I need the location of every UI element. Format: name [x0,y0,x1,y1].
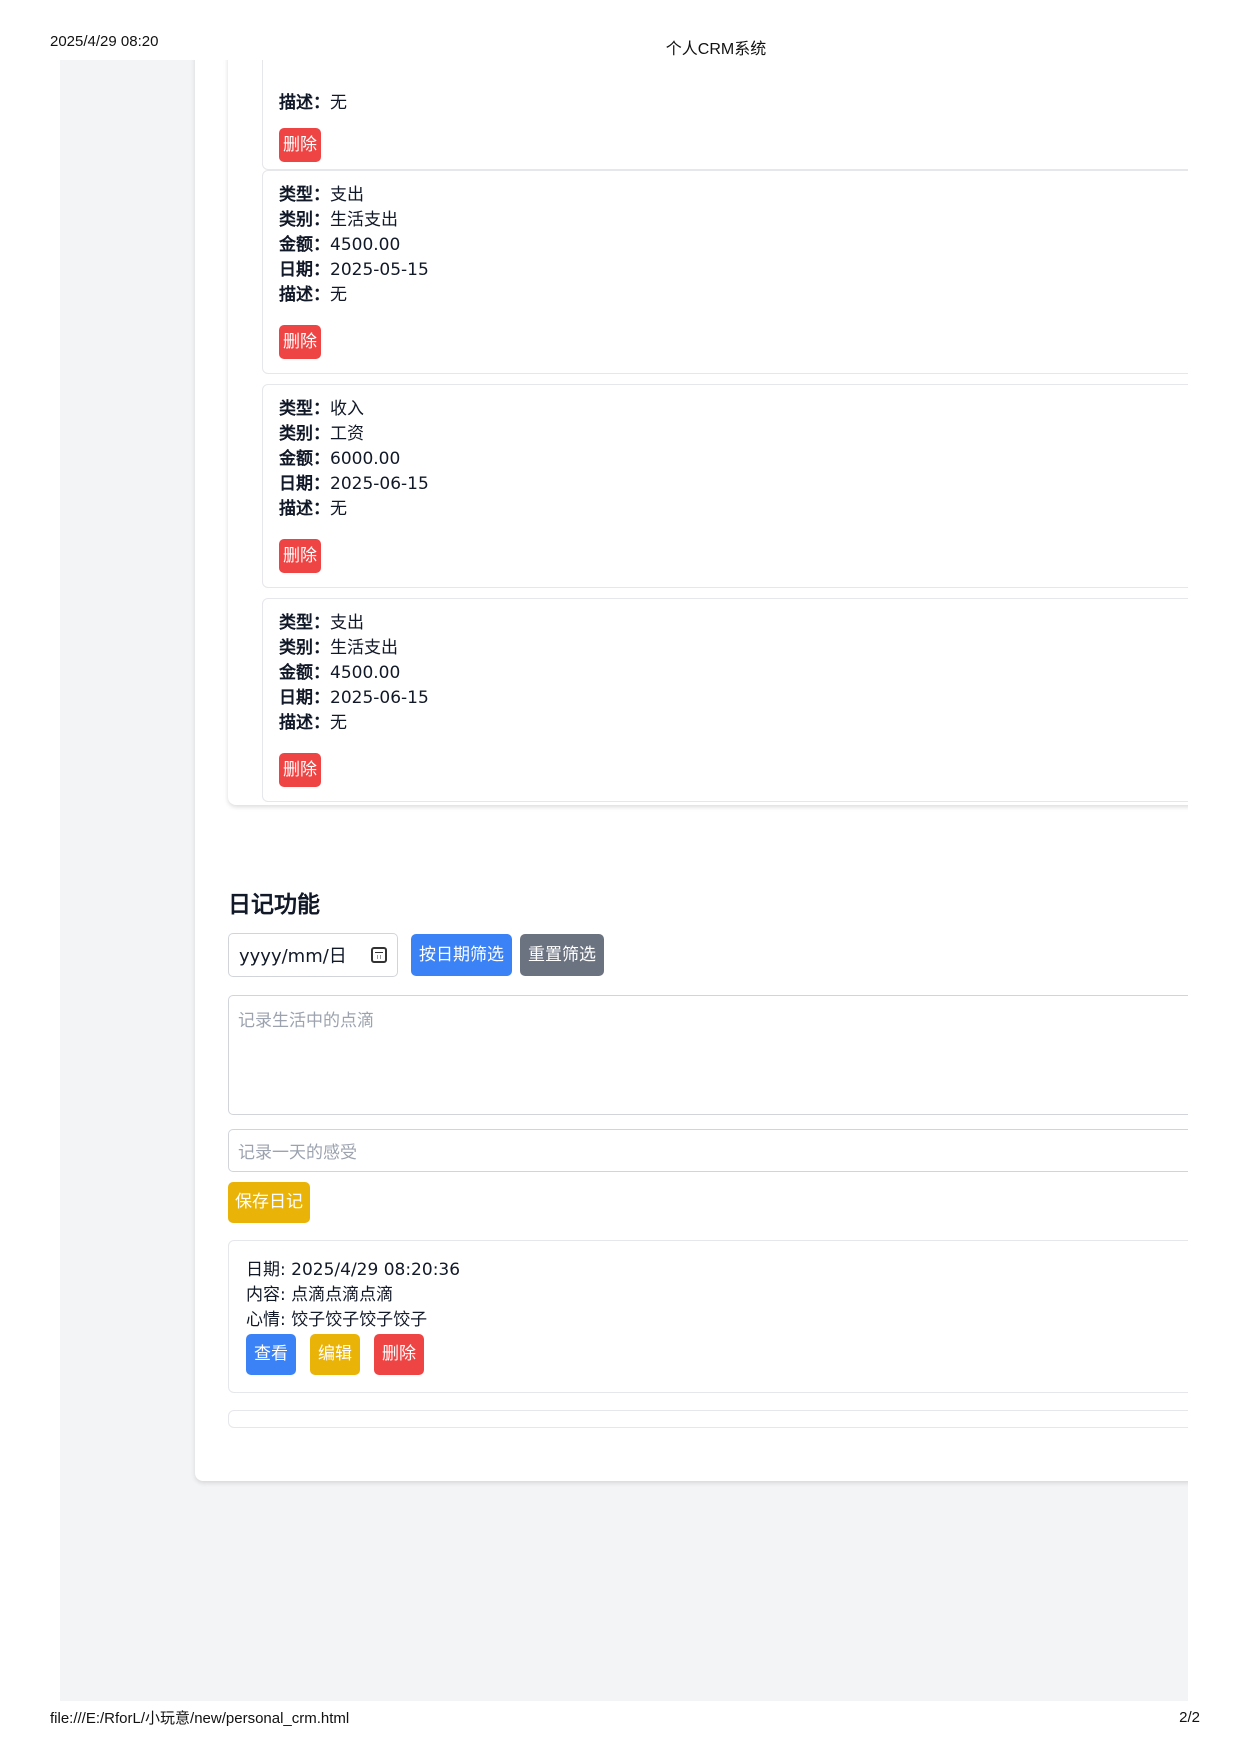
print-title: 个人CRM系统 [665,41,767,58]
record-date: 日期：2025-06-15 [279,474,429,494]
print-page-number: 2/2 [1179,1709,1200,1726]
view-diary-button[interactable]: 查看 [246,1334,296,1375]
diary-entry-content: 内容: 点滴点滴点滴 [246,1285,394,1305]
record-description: 描述：无 [279,499,347,519]
record-type: 类型：收入 [279,399,364,419]
empty-panel [228,1410,1188,1428]
delete-record-button[interactable]: 删除 [279,325,321,359]
diary-entry-actions: 查看 编辑 删除 [246,1334,424,1375]
filter-by-date-button[interactable]: 按日期筛选 [411,934,512,976]
record-date: 日期：2025-06-15 [279,688,429,708]
record-type: 类型：支出 [279,613,364,633]
delete-record-button[interactable]: 删除 [279,128,321,162]
record-description: 描述：无 [279,713,347,733]
record-category: 类别：工资 [279,424,364,444]
main-card: 描述：无 删除 类型：支出 类别：生活支出 金额：4500.00 日期：2025… [195,60,1188,1481]
finance-record: 类型：支出 类别：生活支出 金额：4500.00 日期：2025-05-15 描… [262,170,1188,374]
diary-entry: 日期: 2025/4/29 08:20:36 内容: 点滴点滴点滴 心情: 饺子… [228,1240,1188,1393]
diary-mood-input[interactable]: 记录一天的感受 [228,1129,1188,1172]
diary-content-textarea[interactable]: 记录生活中的点滴 [228,995,1188,1115]
print-url: file:///E:/RforL/小玩意/new/personal_crm.ht… [50,1710,350,1727]
record-type: 类型：支出 [279,185,364,205]
delete-record-button[interactable]: 删除 [279,753,321,787]
finance-record-list: 描述：无 删除 类型：支出 类别：生活支出 金额：4500.00 日期：2025… [228,60,1188,805]
delete-diary-button[interactable]: 删除 [374,1334,424,1375]
record-description: 描述：无 [279,93,347,113]
record-category: 类别：生活支出 [279,638,398,658]
reset-filter-button[interactable]: 重置筛选 [520,934,604,976]
record-amount: 金额：4500.00 [279,235,401,255]
finance-record: 类型：支出 类别：生活支出 金额：4500.00 日期：2025-06-15 描… [262,598,1188,802]
diary-entry-mood: 心情: 饺子饺子饺子饺子 [246,1310,428,1330]
diary-entry-date: 日期: 2025/4/29 08:20:36 [246,1260,461,1280]
finance-record-partial: 描述：无 删除 [262,60,1188,170]
edit-diary-button[interactable]: 编辑 [310,1334,360,1375]
record-amount: 金额：4500.00 [279,663,401,683]
page-background: 描述：无 删除 类型：支出 类别：生活支出 金额：4500.00 日期：2025… [60,60,1188,1701]
save-diary-button[interactable]: 保存日记 [228,1182,310,1223]
record-date: 日期：2025-05-15 [279,260,429,280]
record-category: 类别：生活支出 [279,210,398,230]
calendar-icon[interactable] [371,947,387,963]
diary-date-filter-input[interactable]: yyyy/mm/日 [228,933,398,977]
record-description: 描述：无 [279,285,347,305]
record-amount: 金额：6000.00 [279,449,401,469]
date-input-placeholder: yyyy/mm/日 [239,946,347,967]
finance-record: 类型：收入 类别：工资 金额：6000.00 日期：2025-06-15 描述：… [262,384,1188,588]
diary-section-title: 日记功能 [228,892,320,918]
delete-record-button[interactable]: 删除 [279,539,321,573]
